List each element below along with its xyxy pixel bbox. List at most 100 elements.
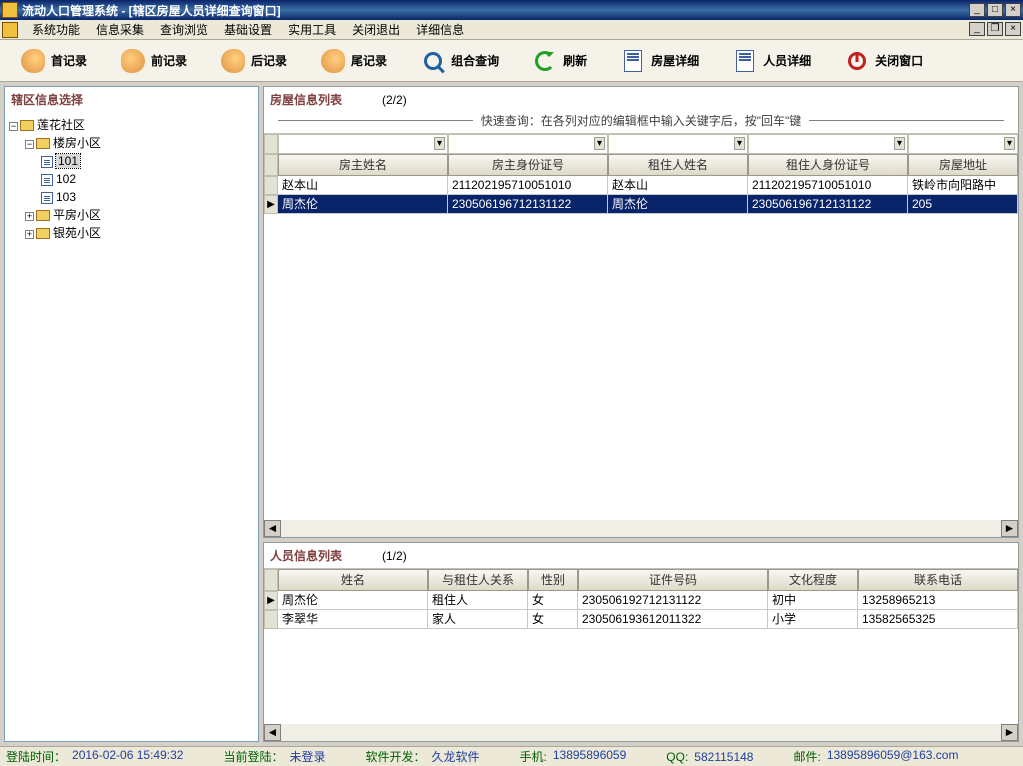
menu-tools[interactable]: 实用工具 (280, 19, 344, 40)
house-data-rows: 赵本山 211202195710051010 赵本山 2112021957100… (264, 176, 1018, 520)
left-pane: 辖区信息选择 −莲花社区 −楼房小区 101 102 103 +平房小区 +银苑… (4, 86, 259, 742)
person-section-count: (1/2) (382, 549, 407, 563)
folder-icon (36, 138, 50, 149)
person-header-row: 姓名 与租住人关系 性别 证件号码 文化程度 联系电话 (264, 569, 1018, 591)
status-mail[interactable]: 13895896059@163.com (827, 748, 959, 765)
house-row-selected[interactable]: ▶ 周杰伦 230506196712131122 周杰伦 23050619671… (264, 195, 1018, 214)
tree-node-root[interactable]: −莲花社区 (9, 116, 254, 134)
tree-node-103[interactable]: 103 (9, 188, 254, 206)
tree-node-loufang[interactable]: −楼房小区 (9, 134, 254, 152)
cell-cid: 230506193612011322 (578, 610, 768, 629)
combo-query-button[interactable]: 组合查询 (410, 44, 510, 78)
tree-node-pingfang[interactable]: +平房小区 (9, 206, 254, 224)
prev-record-button[interactable]: 前记录 (110, 44, 198, 78)
cell-edu: 初中 (768, 591, 858, 610)
scroll-track[interactable] (281, 724, 1001, 741)
cell-sex: 女 (528, 591, 578, 610)
filter-owner-id[interactable] (448, 134, 608, 154)
cell-owner-id: 230506196712131122 (448, 195, 608, 214)
col-addr[interactable]: 房屋地址 (908, 154, 1018, 176)
expand-icon[interactable]: + (25, 212, 34, 221)
house-detail-button[interactable]: 房屋详细 (610, 44, 710, 78)
expand-icon[interactable]: + (25, 230, 34, 239)
cell-tenant: 周杰伦 (608, 195, 748, 214)
cell-name: 周杰伦 (278, 591, 428, 610)
col-phone[interactable]: 联系电话 (858, 569, 1018, 591)
status-dev-label: 软件开发： (365, 748, 425, 765)
status-login-time: 2016-02-06 15:49:32 (72, 748, 183, 765)
person-row[interactable]: 李翠华 家人 女 230506193612011322 小学 135825653… (264, 610, 1018, 629)
col-cid[interactable]: 证件号码 (578, 569, 768, 591)
minimize-button[interactable]: _ (969, 3, 985, 17)
status-qq: 582115148 (694, 750, 753, 764)
row-header (264, 154, 278, 176)
col-owner-id[interactable]: 房主身份证号 (448, 154, 608, 176)
area-tree[interactable]: −莲花社区 −楼房小区 101 102 103 +平房小区 +银苑小区 (5, 112, 258, 741)
filter-owner[interactable] (278, 134, 448, 154)
menu-system[interactable]: 系统功能 (24, 19, 88, 40)
status-mobile-label: 手机: (520, 748, 547, 765)
person-section-header: 人员信息列表 (1/2) (264, 543, 1018, 568)
scroll-left-button[interactable]: ◄ (264, 520, 281, 537)
mdi-restore-button[interactable]: ❐ (987, 22, 1003, 36)
scroll-right-button[interactable]: ► (1001, 724, 1018, 741)
refresh-button[interactable]: 刷新 (522, 44, 598, 78)
mdi-buttons: _ ❐ × (969, 22, 1021, 36)
person-detail-button[interactable]: 人员详细 (722, 44, 822, 78)
col-sex[interactable]: 性别 (528, 569, 578, 591)
filter-tenant-id[interactable] (748, 134, 908, 154)
house-section-count: (2/2) (382, 93, 407, 107)
col-edu[interactable]: 文化程度 (768, 569, 858, 591)
status-bar: 登陆时间：2016-02-06 15:49:32 当前登陆：未登录 软件开发：久… (0, 746, 1023, 766)
cell-tenant: 赵本山 (608, 176, 748, 195)
row-indicator: ▶ (264, 195, 278, 214)
person-hscroll[interactable]: ◄ ► (264, 724, 1018, 741)
filter-tenant[interactable] (608, 134, 748, 154)
col-tenant[interactable]: 租住人姓名 (608, 154, 748, 176)
menu-exit[interactable]: 关闭退出 (344, 19, 408, 40)
tree-node-102[interactable]: 102 (9, 170, 254, 188)
main-area: 辖区信息选择 −莲花社区 −楼房小区 101 102 103 +平房小区 +银苑… (0, 82, 1023, 746)
folder-icon (20, 120, 34, 131)
last-record-button[interactable]: 尾记录 (310, 44, 398, 78)
tree-node-yinyuan[interactable]: +银苑小区 (9, 224, 254, 242)
close-button[interactable]: × (1005, 3, 1021, 17)
refresh-icon (533, 49, 557, 73)
mdi-minimize-button[interactable]: _ (969, 22, 985, 36)
maximize-button[interactable]: □ (987, 3, 1003, 17)
scroll-left-button[interactable]: ◄ (264, 724, 281, 741)
col-tenant-id[interactable]: 租住人身份证号 (748, 154, 908, 176)
filter-addr[interactable] (908, 134, 1018, 154)
house-row[interactable]: 赵本山 211202195710051010 赵本山 2112021957100… (264, 176, 1018, 195)
cell-owner-id: 211202195710051010 (448, 176, 608, 195)
menu-detail[interactable]: 详细信息 (408, 19, 472, 40)
row-header (264, 569, 278, 591)
menu-settings[interactable]: 基础设置 (216, 19, 280, 40)
row-indicator: ▶ (264, 591, 278, 610)
menu-collect[interactable]: 信息采集 (88, 19, 152, 40)
house-header-row: 房主姓名 房主身份证号 租住人姓名 租住人身份证号 房屋地址 (264, 154, 1018, 176)
scroll-track[interactable] (281, 520, 1001, 537)
window-title: 流动人口管理系统 - [辖区房屋人员详细查询窗口] (22, 2, 969, 19)
col-name[interactable]: 姓名 (278, 569, 428, 591)
folder-icon (36, 228, 50, 239)
mdi-close-button[interactable]: × (1005, 22, 1021, 36)
col-owner[interactable]: 房主姓名 (278, 154, 448, 176)
scroll-right-button[interactable]: ► (1001, 520, 1018, 537)
col-rel[interactable]: 与租住人关系 (428, 569, 528, 591)
hand-icon (321, 49, 345, 73)
first-record-button[interactable]: 首记录 (10, 44, 98, 78)
menu-query[interactable]: 查询浏览 (152, 19, 216, 40)
collapse-icon[interactable]: − (9, 122, 18, 131)
close-window-button[interactable]: 关闭窗口 (834, 44, 934, 78)
next-record-button[interactable]: 后记录 (210, 44, 298, 78)
house-hscroll[interactable]: ◄ ► (264, 520, 1018, 537)
person-row[interactable]: ▶ 周杰伦 租住人 女 230506192712131122 初中 132589… (264, 591, 1018, 610)
cell-rel: 租住人 (428, 591, 528, 610)
collapse-icon[interactable]: − (25, 140, 34, 149)
status-qq-label: QQ: (666, 750, 688, 764)
person-grid[interactable]: 姓名 与租住人关系 性别 证件号码 文化程度 联系电话 ▶ 周杰伦 租住人 女 … (264, 568, 1018, 741)
tree-node-101[interactable]: 101 (9, 152, 254, 170)
house-grid[interactable]: 房主姓名 房主身份证号 租住人姓名 租住人身份证号 房屋地址 赵本山 21120… (264, 133, 1018, 537)
quick-search-hint: 快速查询：在各列对应的编辑框中输入关键字后，按"回车"键 (264, 112, 1018, 133)
